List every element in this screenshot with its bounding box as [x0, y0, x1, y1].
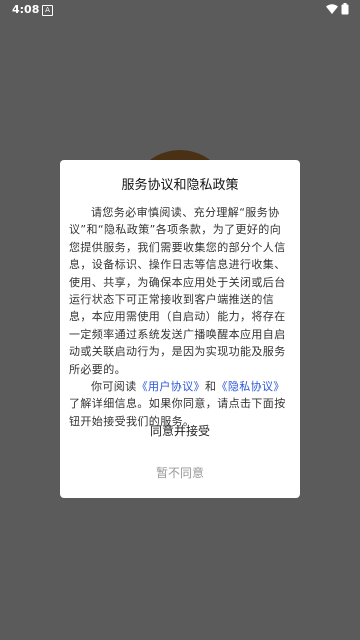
disagree-button[interactable]: 暂不同意	[60, 464, 300, 481]
dialog-title: 服务协议和隐私政策	[121, 178, 239, 193]
dialog-body: 请您务必审慎阅读、充分理解“服务协议”和“隐私政策”各项条款，为了更好的向您提供…	[69, 204, 291, 430]
battery-icon	[341, 3, 349, 15]
p2-prefix: 你可阅读	[91, 380, 137, 394]
user-agreement-link[interactable]: 《用户协议》	[137, 380, 205, 393]
wifi-icon	[326, 4, 338, 14]
status-time: 4:08	[12, 3, 40, 16]
p2-and: 和	[205, 380, 217, 394]
agreement-paragraph: 请您务必审慎阅读、充分理解“服务协议”和“隐私政策”各项条款，为了更好的向您提供…	[69, 206, 286, 376]
notification-icon: A	[42, 5, 53, 16]
status-bar: 4:08 A	[0, 0, 360, 20]
privacy-dialog: 服务协议和隐私政策 请您务必审慎阅读、充分理解“服务协议”和“隐私政策”各项条款…	[60, 160, 300, 498]
privacy-policy-link[interactable]: 《隐私协议》	[216, 380, 284, 393]
agree-button[interactable]: 同意并接受	[60, 422, 300, 439]
